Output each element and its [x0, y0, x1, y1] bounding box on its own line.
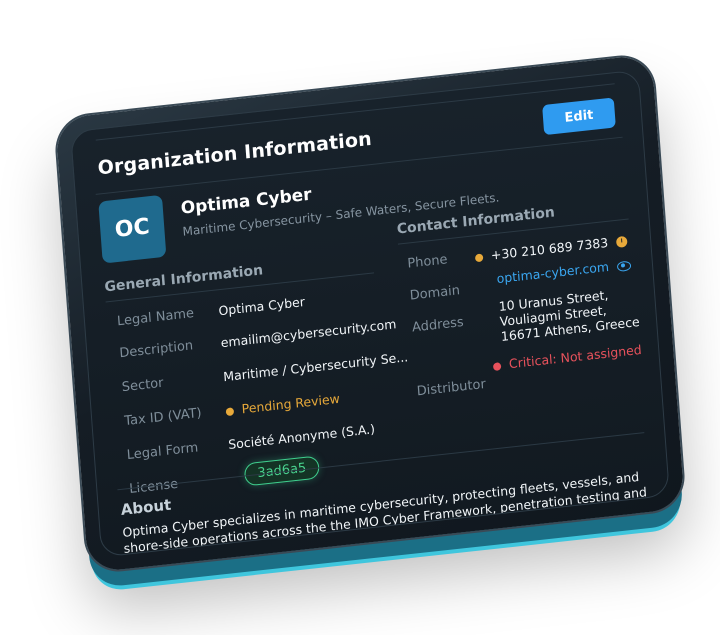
distributor-status: Critical: Not assigned — [492, 341, 643, 373]
general-section-title: General Information — [103, 262, 264, 296]
legal-form-label: Legal Form — [126, 440, 199, 464]
sector-label: Sector — [121, 375, 165, 396]
phone-value: +30 210 689 7383 — [490, 234, 609, 263]
about-title: About — [120, 495, 172, 520]
tax-id-label: Tax ID (VAT) — [123, 405, 203, 430]
distributor-value: Critical: Not assigned — [508, 341, 643, 372]
legal-name-value: Optima Cyber — [217, 293, 306, 319]
address-value: 10 Uranus Street, Vouliagmi Street, 1667… — [498, 284, 640, 344]
domain-value: optima-cyber.com — [496, 258, 610, 287]
tax-id-value: Pending Review — [241, 390, 341, 417]
description-value: emailim@cybersecurity.com — [220, 316, 397, 351]
phone-label: Phone — [406, 252, 449, 272]
avatar: OC — [98, 194, 167, 264]
critical-status-dot-icon — [492, 361, 502, 371]
stage: Organization Information Edit OC Optima … — [0, 0, 720, 635]
legal-name-label: Legal Name — [116, 306, 195, 330]
clock-icon — [615, 235, 628, 248]
description-label: Description — [118, 338, 194, 362]
phone-status-dot-icon — [474, 252, 484, 262]
tax-id-status: Pending Review — [225, 391, 340, 418]
domain-link[interactable]: optima-cyber.com — [496, 257, 632, 287]
edit-button[interactable]: Edit — [542, 97, 616, 136]
address-label: Address — [411, 314, 465, 336]
eye-icon[interactable] — [616, 260, 632, 272]
legal-form-value: Société Anonyme (S.A.) — [227, 421, 376, 453]
sector-value: Maritime / Cybersecurity Se... — [222, 349, 409, 385]
pending-status-dot-icon — [225, 406, 235, 416]
organization-panel: Organization Information Edit OC Optima … — [70, 69, 670, 558]
domain-label: Domain — [409, 283, 461, 304]
distributor-label: Distributor — [416, 376, 487, 400]
tablet-device: Organization Information Edit OC Optima … — [55, 54, 685, 573]
